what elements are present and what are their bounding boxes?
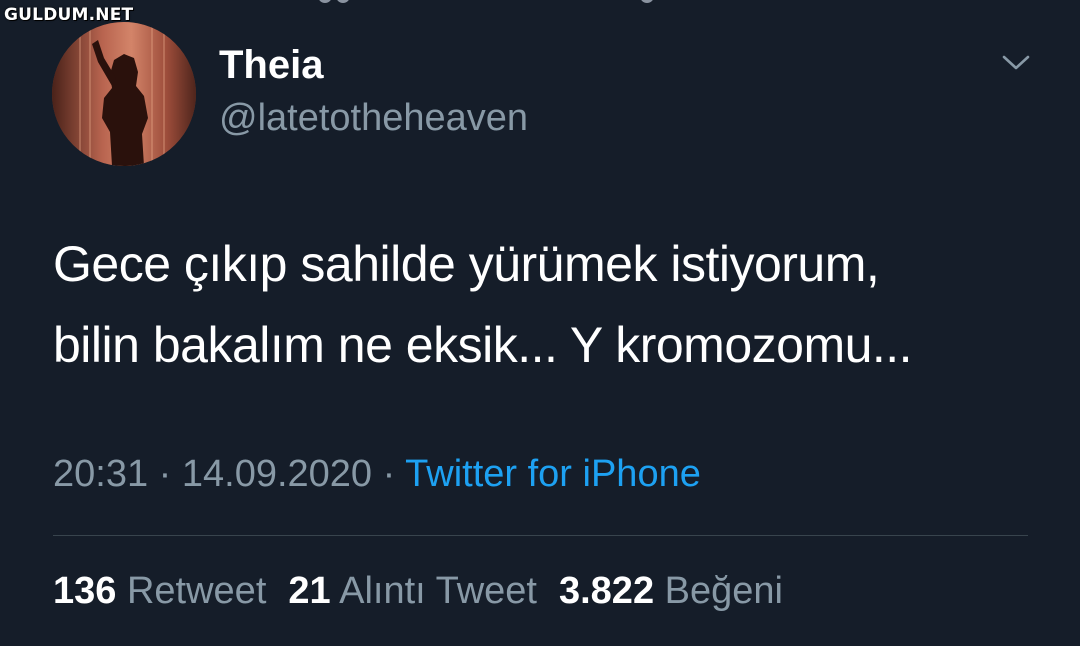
tweet-text: Gece çıkıp sahilde yürümek istiyorum, bi…	[53, 224, 1053, 386]
likes-count: 3.822	[558, 570, 655, 612]
quotes-stat[interactable]: 21 Alıntı Tweet	[288, 570, 537, 612]
avatar-silhouette-photo	[52, 22, 196, 166]
author-display-name[interactable]: Theia	[219, 42, 323, 88]
tweet-text-line: Gece çıkıp sahilde yürümek istiyorum,	[53, 236, 880, 292]
tweet-date[interactable]: 14.09.2020	[182, 453, 372, 495]
tweet-meta: 20:31 · 14.09.2020 · Twitter for iPhone	[53, 451, 701, 497]
chevron-down-icon[interactable]	[1000, 50, 1032, 74]
retweets-stat[interactable]: 136 Retweet	[53, 570, 266, 612]
divider	[53, 535, 1028, 536]
retweets-count: 136	[53, 570, 117, 612]
tweet-time[interactable]: 20:31	[53, 453, 148, 495]
meta-separator: ·	[382, 453, 396, 495]
quotes-count: 21	[288, 570, 331, 612]
tweet-stats: 136 Retweet 21 Alıntı Tweet 3.822 Beğeni	[53, 568, 783, 614]
tweet-text-line: bilin bakalım ne eksik... Y kromozomu...	[53, 317, 913, 373]
cropped-previous-text	[0, 0, 1080, 4]
quotes-label: Alıntı Tweet	[339, 570, 537, 612]
likes-stat[interactable]: 3.822 Beğeni	[559, 570, 783, 612]
retweets-label: Retweet	[126, 570, 267, 612]
author-handle[interactable]: @latetotheheaven	[219, 96, 528, 140]
tweet-source-link[interactable]: Twitter for iPhone	[405, 453, 701, 495]
avatar[interactable]	[52, 22, 196, 166]
likes-label: Beğeni	[664, 570, 783, 612]
meta-separator: ·	[158, 453, 172, 495]
